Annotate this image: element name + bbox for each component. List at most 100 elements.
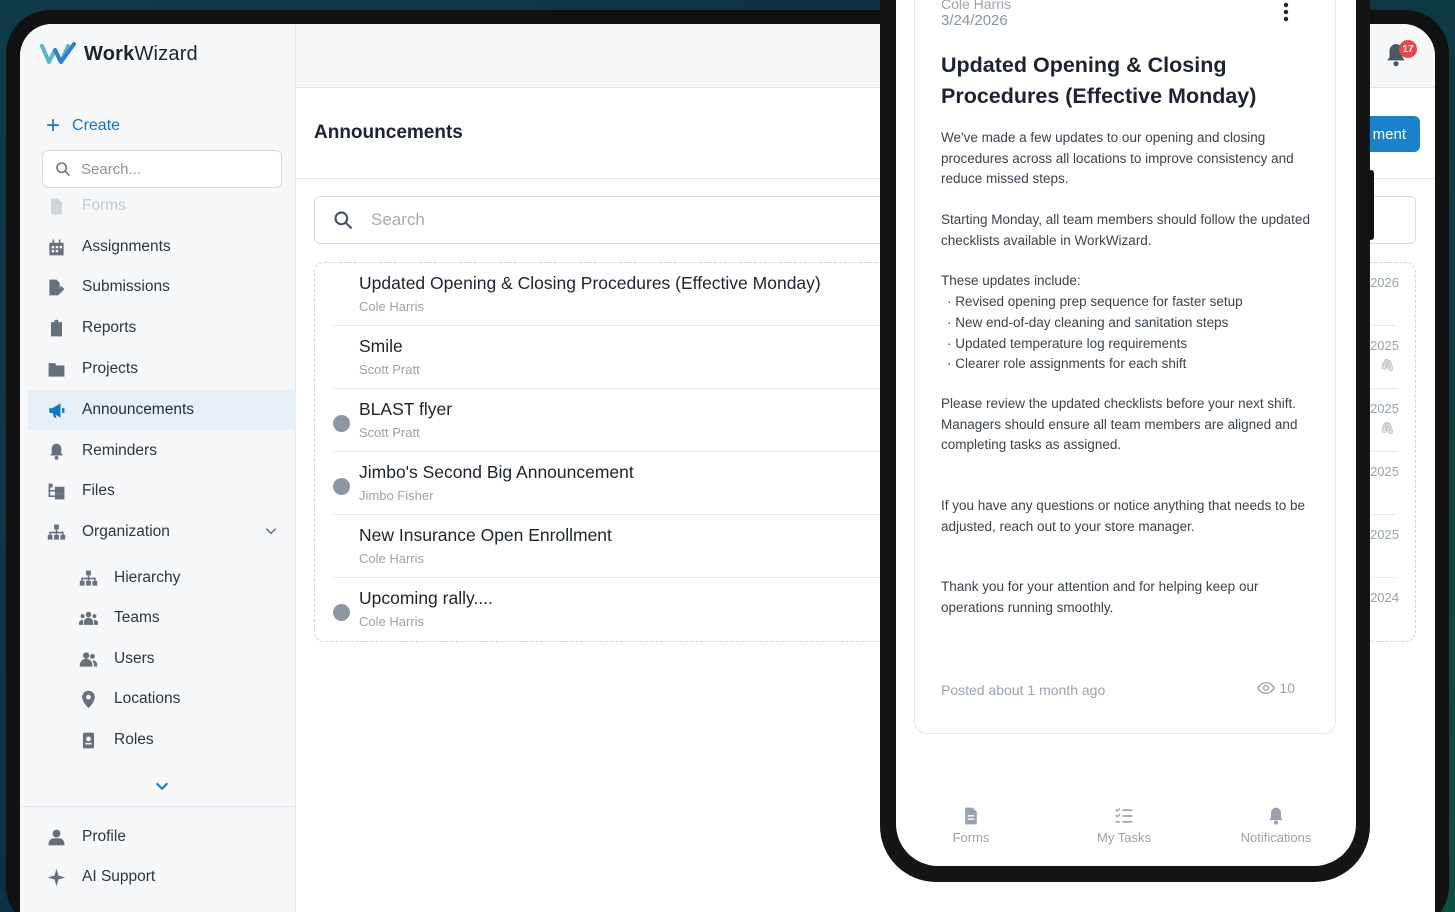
tab-forms[interactable]: Forms <box>916 806 1026 845</box>
calendar-icon <box>46 237 66 257</box>
announcement-title: Updated Opening & Closing Procedures (Ef… <box>359 273 821 293</box>
sitemap-icon <box>78 568 98 588</box>
sidebar-item-label: Roles <box>114 731 154 748</box>
unread-indicator <box>333 478 350 495</box>
search-icon <box>56 162 70 176</box>
folder-icon <box>46 359 66 379</box>
file-edit-icon <box>46 277 66 297</box>
posted-time: Posted about 1 month ago <box>941 682 1106 698</box>
announcement-title: New Insurance Open Enrollment <box>359 525 612 545</box>
file-icon <box>46 196 66 216</box>
announcement-date: 2026 <box>1370 275 1399 290</box>
bell-icon <box>46 441 66 461</box>
sidebar-item-label: Files <box>82 482 115 499</box>
sidebar-item-label: Teams <box>114 609 160 626</box>
sidebar-item-teams[interactable]: Teams <box>28 598 296 638</box>
scroll-down-chevron-icon[interactable] <box>154 778 170 794</box>
announcement-title: Upcoming rally.... <box>359 588 493 608</box>
sidebar-item-label: Announcements <box>82 401 195 418</box>
sidebar-item-announcements[interactable]: Announcements <box>28 390 296 430</box>
view-count: 10 <box>1257 680 1295 696</box>
create-label: Create <box>72 117 121 134</box>
sidebar-item-projects[interactable]: Projects <box>28 349 296 389</box>
announcement-date: 2025 <box>1370 527 1399 542</box>
announcement-detail-card: Cole Harris 3/24/2026 Updated Opening & … <box>914 0 1336 734</box>
tab-label: My Tasks <box>1097 830 1151 845</box>
announcement-date: 2024 <box>1370 590 1399 605</box>
sidebar-search-input[interactable]: Search... <box>42 150 282 188</box>
file-icon <box>965 807 977 825</box>
detail-paragraph: We've made a few updates to our opening … <box>941 130 1294 186</box>
sidebar-item-ai-support[interactable]: AI Support <box>28 857 296 897</box>
chevron-down-icon[interactable] <box>264 524 278 538</box>
announcement-date: 2025 <box>1370 401 1399 416</box>
paperclip-icon: 🖇 <box>1379 421 1395 435</box>
unread-indicator <box>333 415 350 432</box>
sidebar-item-label: Submissions <box>82 278 170 295</box>
phone-frame: Cole Harris 3/24/2026 Updated Opening & … <box>880 0 1374 882</box>
sitemap-icon <box>46 522 66 542</box>
announcement-author: Jimbo Fisher <box>359 488 434 503</box>
search-icon <box>334 211 352 229</box>
sidebar-item-files[interactable]: Files <box>28 471 296 511</box>
announcement-author: Cole Harris <box>359 614 425 629</box>
phone-tab-bar: Forms My Tasks Notifications <box>896 786 1356 866</box>
unread-indicator <box>333 604 350 621</box>
create-button[interactable]: + Create <box>46 114 121 138</box>
sidebar-item-submissions[interactable]: Submissions <box>28 267 296 307</box>
more-vertical-icon[interactable] <box>1283 2 1289 22</box>
sidebar-item-reminders[interactable]: Reminders <box>28 431 296 471</box>
sidebar-item-label: Forms <box>82 197 126 214</box>
sidebar-item-organization[interactable]: Organization <box>28 512 296 552</box>
detail-bullet: · Clearer role assignments for each shif… <box>947 356 1187 372</box>
announcement-author: Cole Harris <box>359 551 425 566</box>
page-title: Announcements <box>314 122 463 143</box>
users-icon <box>78 649 98 669</box>
sidebar-item-label: Locations <box>114 690 181 707</box>
phone-screen: Cole Harris 3/24/2026 Updated Opening & … <box>896 0 1356 866</box>
sidebar-item-assignments[interactable]: Assignments <box>28 227 296 267</box>
announcement-title: Smile <box>359 336 403 356</box>
sidebar-item-reports[interactable]: Reports <box>28 308 296 348</box>
sidebar-item-label: Assignments <box>82 238 171 255</box>
sidebar-item-label: Organization <box>82 523 170 540</box>
detail-paragraph: If you have any questions or notice anyt… <box>941 498 1305 534</box>
detail-paragraph: Starting Monday, all team members should… <box>941 212 1310 248</box>
megaphone-icon <box>46 400 66 420</box>
sidebar-item-locations[interactable]: Locations <box>28 679 296 719</box>
sidebar-item-hierarchy[interactable]: Hierarchy <box>28 558 296 598</box>
sidebar-item-users[interactable]: Users <box>28 639 296 679</box>
detail-headline: Updated Opening & Closing Procedures (Ef… <box>941 53 1257 108</box>
sidebar-item-profile[interactable]: Profile <box>28 817 296 857</box>
sidebar-item-label: Reminders <box>82 442 157 459</box>
view-count-value: 10 <box>1279 680 1295 696</box>
tab-label: Forms <box>952 830 990 845</box>
team-icon <box>78 608 98 628</box>
detail-bullet: · Updated temperature log requirements <box>947 335 1188 351</box>
bell-icon <box>1269 807 1283 825</box>
id-badge-icon <box>78 730 98 750</box>
phone-side-button <box>1368 170 1374 240</box>
tab-notifications[interactable]: Notifications <box>1221 806 1331 845</box>
eye-icon <box>1257 682 1276 694</box>
announcement-author: Cole Harris <box>359 299 425 314</box>
sidebar-item-roles[interactable]: Roles <box>28 720 296 760</box>
tab-my-tasks[interactable]: My Tasks <box>1069 806 1179 845</box>
announcement-date: 2025 <box>1370 464 1399 479</box>
sidebar-item-label: Profile <box>82 828 126 845</box>
tab-label: Notifications <box>1240 830 1312 845</box>
sidebar-search-placeholder: Search... <box>81 160 142 178</box>
announcement-date: 2025 <box>1370 338 1399 353</box>
notification-badge: 17 <box>1399 40 1417 58</box>
announcement-title: Jimbo's Second Big Announcement <box>359 462 634 482</box>
detail-author: Cole Harris <box>941 0 1012 12</box>
announcement-author: Scott Pratt <box>359 362 420 377</box>
detail-paragraph: Please review the updated checklists bef… <box>941 396 1298 452</box>
announcement-search-placeholder: Search <box>371 210 425 229</box>
sidebar-item-label: Reports <box>82 319 137 336</box>
announcement-author: Scott Pratt <box>359 425 420 440</box>
sidebar-item-label: Users <box>114 650 155 667</box>
sparkle-icon <box>46 867 66 887</box>
logo[interactable]: WorkWizard <box>40 42 198 66</box>
sidebar-item-forms[interactable]: Forms <box>28 186 296 226</box>
